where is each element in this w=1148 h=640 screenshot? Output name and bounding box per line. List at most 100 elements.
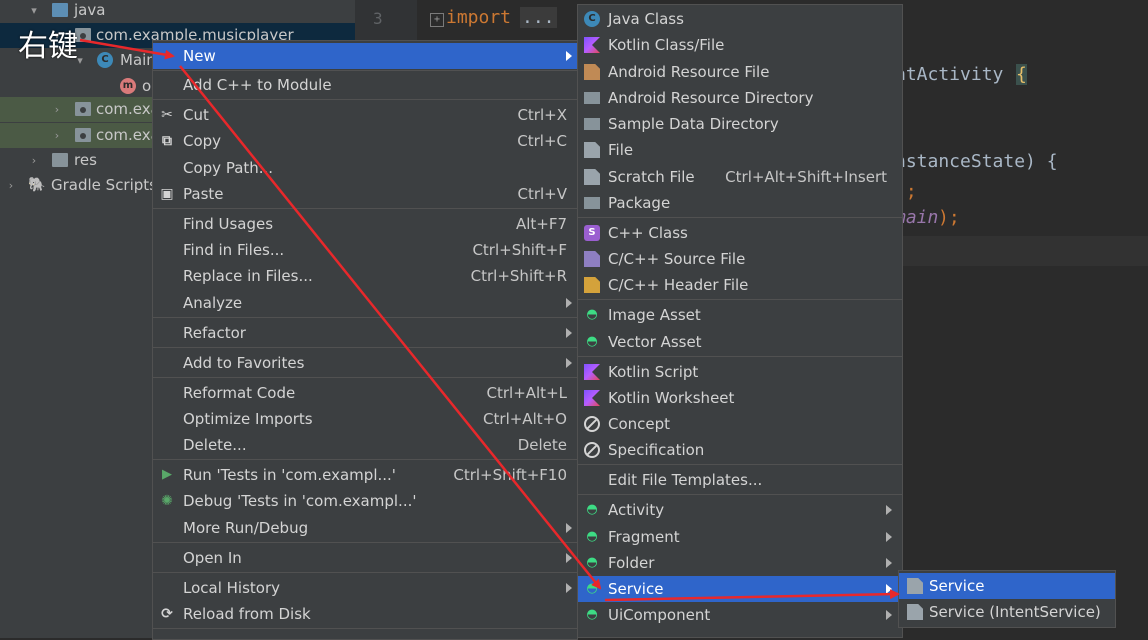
menu-separator (578, 464, 902, 465)
menu-item-shortcut: Ctrl+X (517, 106, 567, 124)
scratch-file-icon (584, 169, 600, 185)
submenu-arrow-icon (566, 298, 572, 308)
menu-item-local-history[interactable]: Local History (153, 575, 577, 601)
menu-item-label: Replace in Files... (183, 267, 313, 285)
cpp-header-icon (584, 277, 600, 293)
menu-item-label: Edit File Templates... (608, 471, 763, 489)
folder-icon (52, 3, 68, 17)
menu-item-delete[interactable]: Delete... Delete (153, 432, 577, 458)
menu-item-refactor[interactable]: Refactor (153, 320, 577, 346)
menu-item-more-run-debug[interactable]: More Run/Debug (153, 515, 577, 541)
code-text: ); (938, 207, 960, 228)
menu-item-shortcut: Ctrl+Shift+R (470, 267, 567, 285)
reload-icon: ⟳ (161, 606, 173, 622)
menu-item-add-to-favorites[interactable]: Add to Favorites (153, 350, 577, 376)
menu-item-sample-data-directory[interactable]: Sample Data Directory (578, 111, 902, 137)
menu-item-copy[interactable]: ⧉ Copy Ctrl+C (153, 128, 577, 154)
menu-item-copy-path[interactable]: Copy Path... (153, 155, 577, 181)
menu-item-label: Find Usages (183, 215, 274, 233)
chevron-down-icon[interactable]: ▾ (27, 0, 41, 23)
menu-item-label: Android Resource File (608, 63, 770, 81)
menu-item-label: Specification (608, 441, 705, 459)
menu-item-image-asset[interactable]: ◓ Image Asset (578, 302, 902, 328)
menu-item-android-resource-file[interactable]: Android Resource File (578, 59, 902, 85)
menu-separator (153, 377, 577, 378)
menu-item-fragment[interactable]: ◓ Fragment (578, 524, 902, 550)
submenu-arrow-icon (566, 583, 572, 593)
menu-item-intent-service[interactable]: Service (IntentService) (899, 599, 1115, 625)
menu-item-label: Find in Files... (183, 241, 285, 259)
menu-item-label: Open In (183, 549, 242, 567)
menu-item-reformat-code[interactable]: Reformat Code Ctrl+Alt+L (153, 380, 577, 406)
folded-imports[interactable]: ... (520, 7, 557, 28)
menu-item-label: File (608, 141, 634, 159)
menu-item-label: Android Resource Directory (608, 89, 814, 107)
menu-separator (153, 317, 577, 318)
menu-item-kotlin-class[interactable]: Kotlin Class/File (578, 32, 902, 58)
menu-separator (578, 494, 902, 495)
menu-item-label: Service (608, 580, 664, 598)
menu-item-analyze[interactable]: Analyze (153, 290, 577, 316)
menu-item-cpp-source-file[interactable]: C/C++ Source File (578, 246, 902, 272)
menu-item-uicomponent[interactable]: ◓ UiComponent (578, 602, 902, 628)
menu-item-specification[interactable]: Specification (578, 437, 902, 463)
menu-item-find-in-files[interactable]: Find in Files... Ctrl+Shift+F (153, 237, 577, 263)
menu-item-java-class[interactable]: C Java Class (578, 6, 902, 32)
chevron-right-icon[interactable]: › (4, 173, 18, 198)
debug-icon: ✺ (161, 493, 173, 509)
menu-item-new[interactable]: New (153, 43, 577, 69)
menu-item-label: Analyze (183, 294, 243, 312)
menu-item-find-usages[interactable]: Find Usages Alt+F7 (153, 211, 577, 237)
menu-item-scratch-file[interactable]: Scratch File Ctrl+Alt+Shift+Insert (578, 164, 902, 190)
tree-item-java[interactable]: ▾ java (0, 0, 355, 23)
menu-item-replace-in-files[interactable]: Replace in Files... Ctrl+Shift+R (153, 263, 577, 289)
menu-separator (578, 356, 902, 357)
menu-item-label: Add to Favorites (183, 354, 305, 372)
context-menu: New Add C++ to Module ✂ Cut Ctrl+X ⧉ Cop… (152, 40, 578, 640)
menu-item-cpp-header-file[interactable]: C/C++ Header File (578, 272, 902, 298)
menu-item-shortcut: Ctrl+Alt+O (483, 410, 567, 428)
tree-item-label: o (142, 77, 152, 95)
menu-separator (578, 299, 902, 300)
menu-item-file[interactable]: File (578, 137, 902, 163)
menu-item-label: More Run/Debug (183, 519, 309, 537)
submenu-arrow-icon (886, 610, 892, 620)
menu-item-optimize-imports[interactable]: Optimize Imports Ctrl+Alt+O (153, 406, 577, 432)
fold-toggle-icon[interactable]: + (430, 13, 444, 27)
import-keyword: import (446, 7, 512, 28)
menu-item-vector-asset[interactable]: ◓ Vector Asset (578, 329, 902, 355)
menu-item-kotlin-script[interactable]: Kotlin Script (578, 359, 902, 385)
menu-item-concept[interactable]: Concept (578, 411, 902, 437)
method-icon: m (120, 78, 136, 94)
android-icon: ◓ (586, 607, 598, 622)
chevron-right-icon[interactable]: › (50, 123, 64, 148)
folder-icon (584, 118, 600, 130)
menu-item-service-basic[interactable]: Service (899, 573, 1115, 599)
folder-icon (584, 92, 600, 104)
menu-item-label: Add C++ to Module (183, 76, 332, 94)
menu-item-android-resource-directory[interactable]: Android Resource Directory (578, 85, 902, 111)
menu-item-run-tests[interactable]: ▶ Run 'Tests in 'com.exampl...' Ctrl+Shi… (153, 462, 577, 488)
chevron-right-icon[interactable]: › (50, 97, 64, 122)
menu-item-kotlin-worksheet[interactable]: Kotlin Worksheet (578, 385, 902, 411)
menu-item-service[interactable]: ◓ Service (578, 576, 902, 602)
menu-item-cpp-class[interactable]: S C++ Class (578, 220, 902, 246)
menu-item-package[interactable]: Package (578, 190, 902, 216)
menu-item-edit-file-templates[interactable]: Edit File Templates... (578, 467, 902, 493)
menu-item-label: Concept (608, 415, 671, 433)
menu-item-label: C/C++ Source File (608, 250, 746, 268)
menu-item-debug-tests[interactable]: ✺ Debug 'Tests in 'com.exampl...' (153, 488, 577, 514)
menu-item-label: Refactor (183, 324, 246, 342)
menu-item-activity[interactable]: ◓ Activity (578, 497, 902, 523)
menu-item-shortcut: Ctrl+Shift+F (472, 241, 567, 259)
menu-item-add-cpp[interactable]: Add C++ to Module (153, 72, 577, 98)
menu-item-folder[interactable]: ◓ Folder (578, 550, 902, 576)
menu-item-shortcut: Ctrl+Alt+Shift+Insert (725, 168, 887, 186)
menu-separator (578, 217, 902, 218)
menu-item-reload-from-disk[interactable]: ⟳ Reload from Disk (153, 601, 577, 627)
menu-item-label: Scratch File (608, 168, 695, 186)
chevron-right-icon[interactable]: › (27, 148, 41, 173)
menu-item-paste[interactable]: ▣ Paste Ctrl+V (153, 181, 577, 207)
menu-item-open-in[interactable]: Open In (153, 545, 577, 571)
menu-item-cut[interactable]: ✂ Cut Ctrl+X (153, 102, 577, 128)
